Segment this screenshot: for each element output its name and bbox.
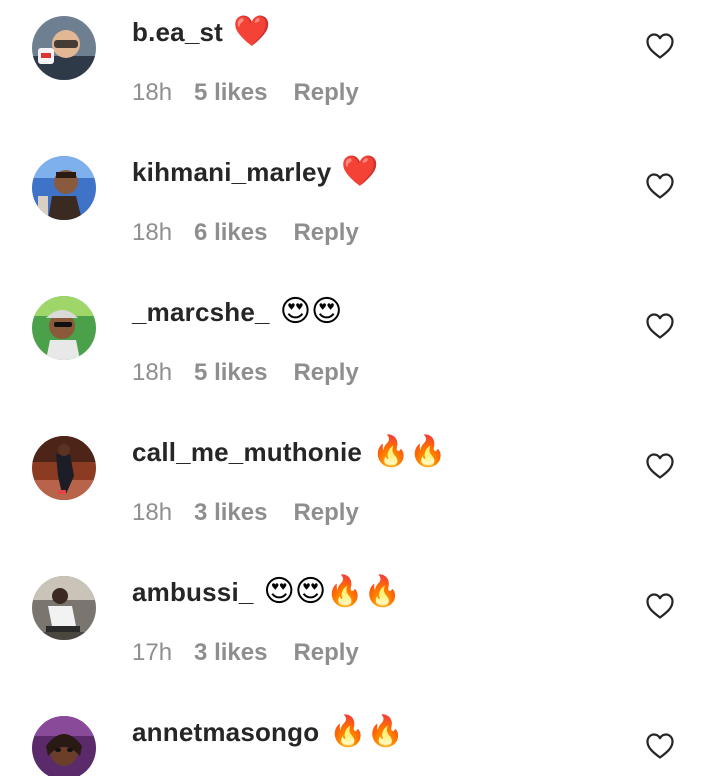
heart-outline-icon[interactable] [645, 32, 675, 60]
reply-button[interactable]: Reply [293, 499, 358, 527]
reply-button[interactable]: Reply [293, 79, 358, 107]
comment-text: 🔥🔥 [372, 434, 447, 469]
timestamp: 18h [132, 499, 173, 526]
username[interactable]: annetmasongo [132, 717, 319, 748]
reply-button[interactable]: Reply [293, 639, 358, 667]
comment-text-line: ambussi_ 😍😍🔥🔥 [132, 572, 401, 612]
likes-count[interactable]: 3 likes [194, 639, 267, 667]
comment-item: annetmasongo 🔥🔥 [0, 700, 720, 776]
avatar-image [32, 576, 96, 640]
timestamp: 18h [132, 219, 173, 246]
comment-item: kihmani_marley ❤️ 18h 6 likes Reply [0, 140, 720, 280]
comment-item: b.ea_st ❤️ 18h 5 likes Reply [0, 0, 720, 140]
heart-outline-icon[interactable] [645, 452, 675, 480]
heart-outline-icon[interactable] [645, 172, 675, 200]
user-avatar[interactable] [32, 716, 96, 776]
reply-button[interactable]: Reply [293, 359, 358, 387]
comment-meta: 18h 6 likes Reply [132, 216, 359, 250]
likes-count[interactable]: 5 likes [194, 359, 267, 387]
heart-outline-icon[interactable] [645, 732, 675, 760]
comment-text: ❤️ [233, 14, 271, 49]
comment-item: ambussi_ 😍😍🔥🔥 17h 3 likes Reply [0, 560, 720, 700]
comment-meta: 18h 5 likes Reply [132, 356, 359, 390]
user-avatar[interactable] [32, 16, 96, 80]
comment-meta: 18h 5 likes Reply [132, 76, 359, 110]
likes-count[interactable]: 6 likes [194, 219, 267, 247]
comment-item: call_me_muthonie 🔥🔥 18h 3 likes Reply [0, 420, 720, 560]
comment-text-line: kihmani_marley ❤️ [132, 152, 379, 192]
likes-count[interactable]: 3 likes [194, 499, 267, 527]
username[interactable]: ambussi_ [132, 577, 254, 608]
user-avatar[interactable] [32, 436, 96, 500]
user-avatar[interactable] [32, 296, 96, 360]
comment-text-line: annetmasongo 🔥🔥 [132, 712, 404, 752]
comment-text-line: _marcshe_ 😍😍 [132, 292, 342, 332]
comment-text: 😍😍🔥🔥 [263, 574, 401, 609]
timestamp: 17h [132, 639, 173, 666]
comment-meta: 18h 3 likes Reply [132, 496, 359, 530]
username[interactable]: kihmani_marley [132, 157, 331, 188]
timestamp: 18h [132, 79, 173, 106]
comment-meta: 17h 3 likes Reply [132, 636, 359, 670]
username[interactable]: call_me_muthonie [132, 437, 362, 468]
avatar-image [32, 16, 96, 80]
timestamp: 18h [132, 359, 173, 386]
comment-text: 🔥🔥 [329, 714, 405, 749]
comment-text-line: b.ea_st ❤️ [132, 12, 270, 52]
comment-text: 😍😍 [279, 294, 343, 329]
username[interactable]: b.ea_st [132, 17, 223, 48]
comment-text: ❤️ [341, 154, 379, 189]
heart-outline-icon[interactable] [645, 592, 675, 620]
comment-item: _marcshe_ 😍😍 18h 5 likes Reply [0, 280, 720, 420]
avatar-image [32, 436, 96, 500]
username[interactable]: _marcshe_ [132, 297, 270, 328]
reply-button[interactable]: Reply [293, 219, 358, 247]
avatar-image [32, 716, 96, 776]
avatar-image [32, 156, 96, 220]
comment-text-line: call_me_muthonie 🔥🔥 [132, 432, 447, 472]
user-avatar[interactable] [32, 576, 96, 640]
user-avatar[interactable] [32, 156, 96, 220]
avatar-image [32, 296, 96, 360]
heart-outline-icon[interactable] [645, 312, 675, 340]
likes-count[interactable]: 5 likes [194, 79, 267, 107]
